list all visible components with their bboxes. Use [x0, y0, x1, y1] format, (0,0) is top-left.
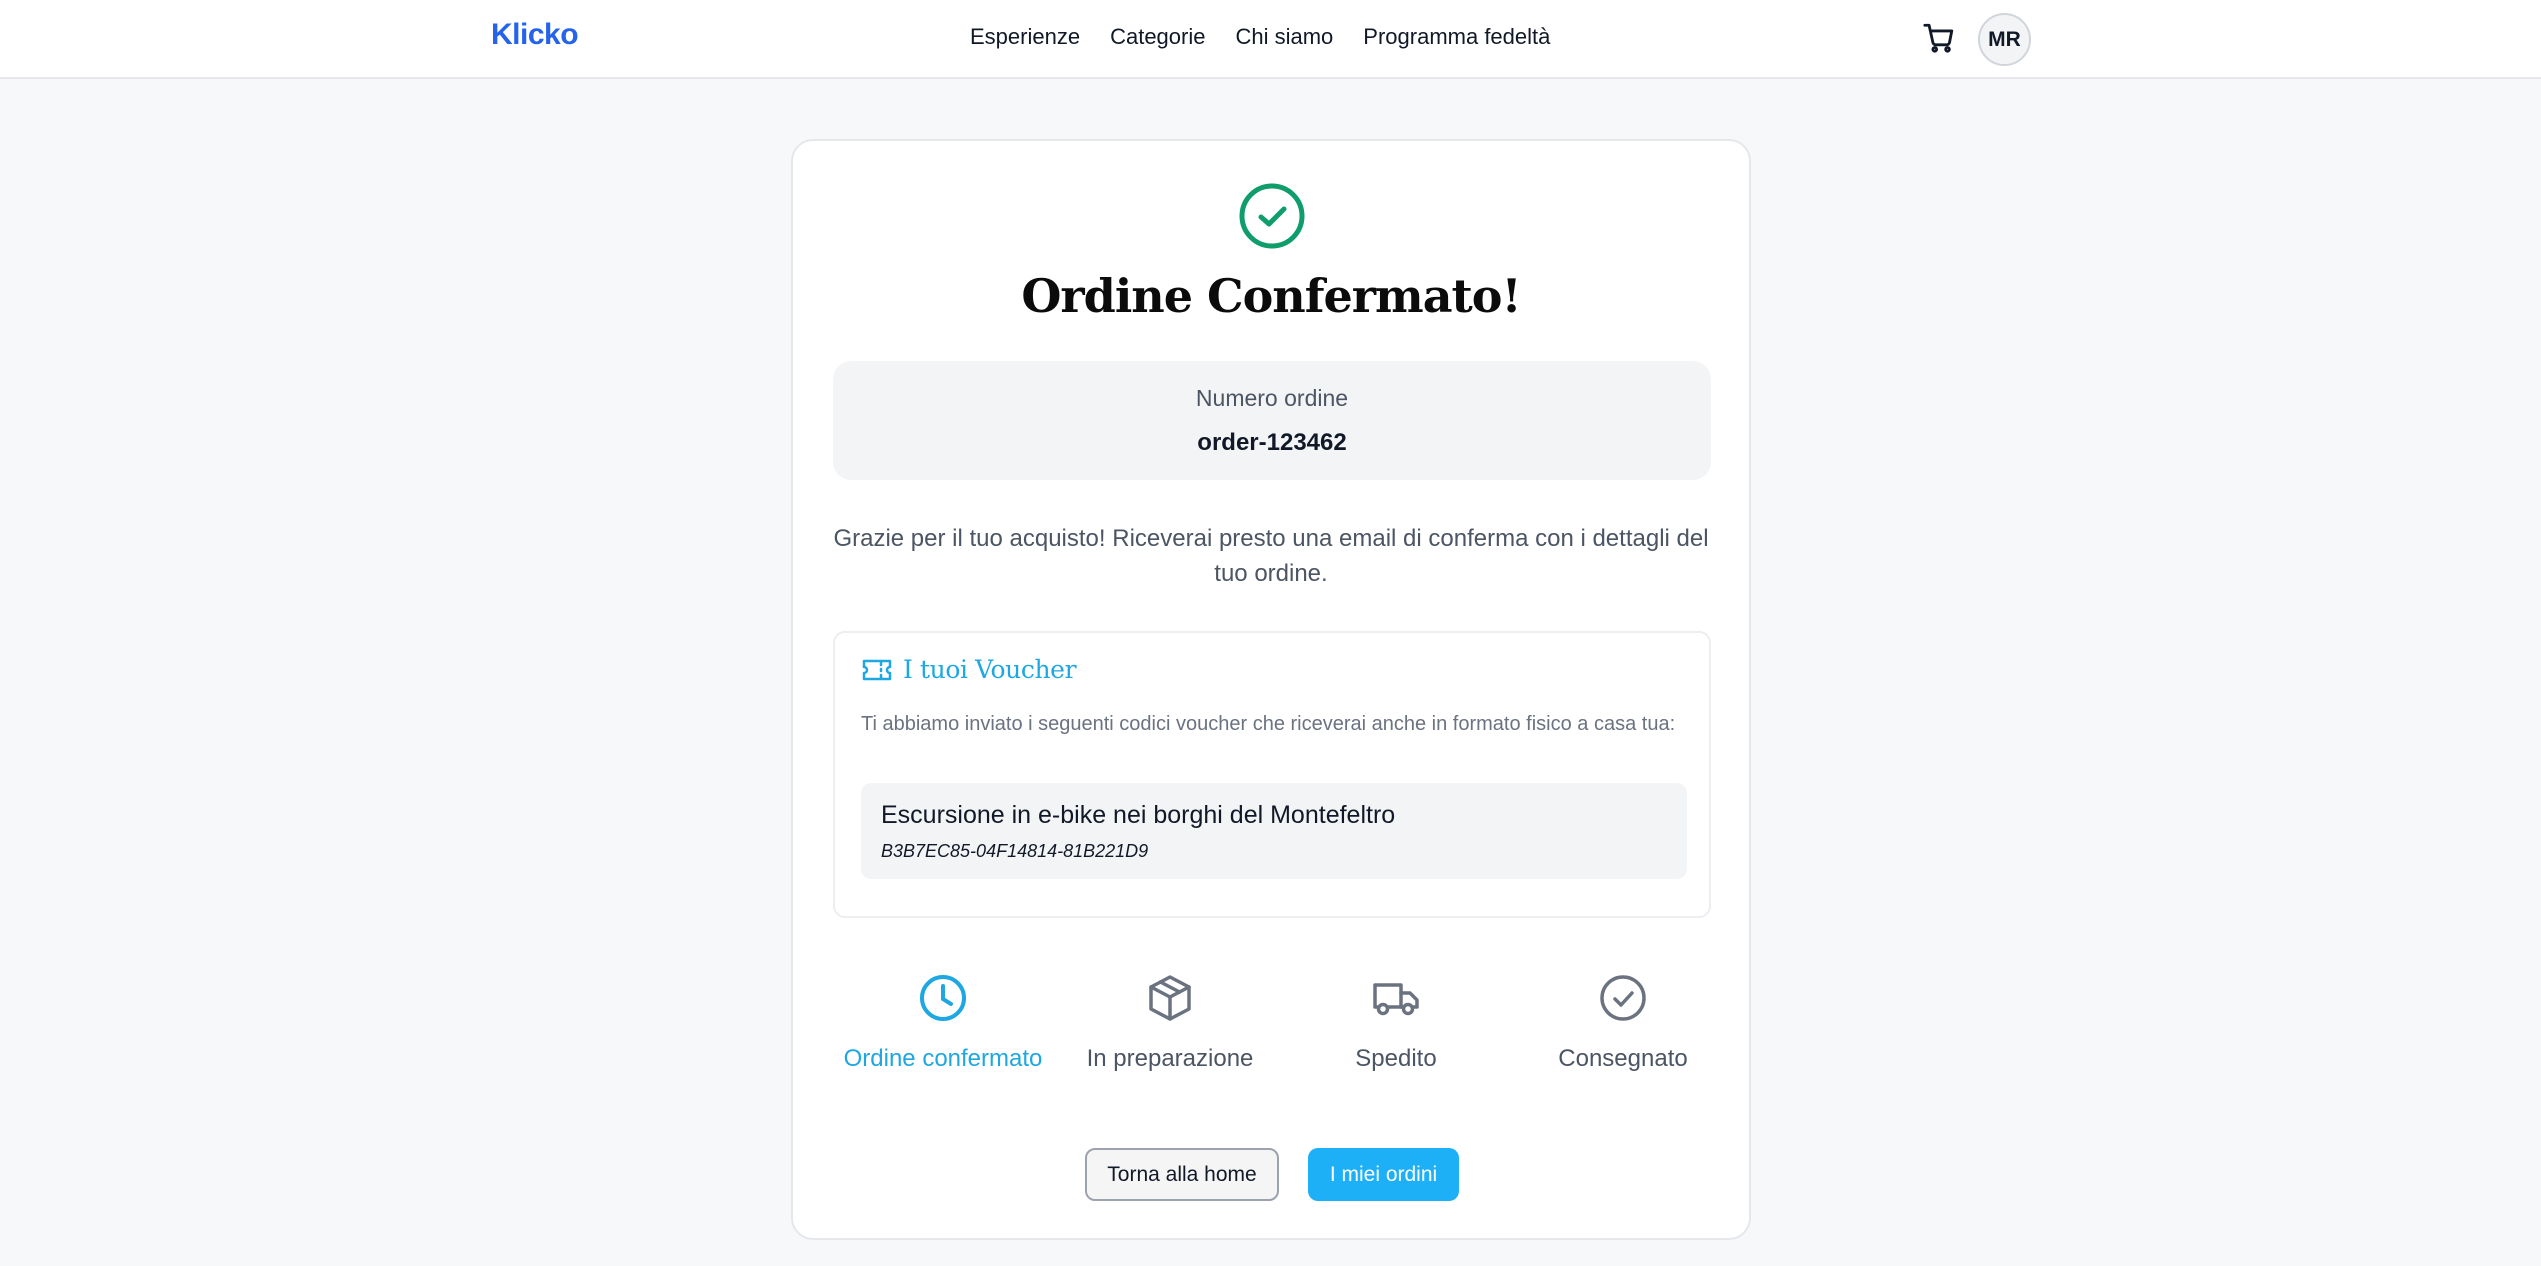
order-number-value: order-123462	[1197, 429, 1347, 456]
voucher-code: B3B7EC85-04F14814-81B221D9	[881, 841, 1149, 861]
step-label: In preparazione	[1086, 1045, 1254, 1072]
step-in-preparazione: In preparazione	[1060, 973, 1280, 1076]
step-label: Consegnato	[1558, 1045, 1688, 1072]
voucher-section: I tuoi Voucher Ti abbiamo inviato i segu…	[833, 631, 1711, 918]
nav-item-chi-siamo[interactable]: Chi siamo	[1235, 24, 1333, 50]
step-spedito: Spedito	[1286, 973, 1506, 1076]
ticket-icon	[862, 659, 892, 680]
order-number-label: Numero ordine	[1195, 385, 1349, 411]
page-title: Ordine Confermato!	[1021, 269, 1521, 323]
order-number-box: Numero ordine order-123462	[833, 361, 1711, 480]
truck-icon	[1373, 983, 1419, 1016]
user-avatar[interactable]: MR	[1978, 13, 2031, 66]
voucher-item: Escursione in e-bike nei borghi del Mont…	[861, 783, 1687, 879]
order-confirmation-card: Ordine Confermato! Numero ordine order-1…	[791, 139, 1751, 1240]
voucher-header: I tuoi Voucher	[861, 655, 1077, 684]
check-circle-icon	[1239, 183, 1305, 249]
back-home-button[interactable]: Torna alla home	[1085, 1148, 1279, 1201]
step-ordine-confermato: Ordine confermato	[833, 973, 1053, 1076]
nav-item-esperienze[interactable]: Esperienze	[970, 24, 1080, 50]
step-consegnato: Consegnato	[1513, 973, 1733, 1076]
voucher-name: Escursione in e-bike nei borghi del Mont…	[881, 801, 1396, 829]
voucher-description: Ti abbiamo inviato i seguenti codici vou…	[861, 713, 1676, 735]
thanks-message: Grazie per il tuo acquisto! Riceverai pr…	[833, 525, 1709, 587]
nav-item-programma-fedelta[interactable]: Programma fedeltà	[1363, 24, 1550, 50]
check-circle-icon	[1600, 975, 1646, 1021]
top-navbar: Klicko Esperienze Categorie Chi siamo Pr…	[0, 0, 2541, 79]
nav-item-categorie[interactable]: Categorie	[1110, 24, 1205, 50]
order-status-steps: Ordine confermato In preparazione Spedit…	[833, 973, 1711, 1123]
voucher-title: I tuoi Voucher	[903, 655, 1077, 684]
package-icon	[1149, 975, 1191, 1021]
shopping-cart-icon[interactable]	[1922, 21, 1956, 55]
logo[interactable]: Klicko	[491, 18, 579, 52]
step-label: Spedito	[1355, 1045, 1437, 1072]
main-nav: Esperienze Categorie Chi siamo Programma…	[970, 24, 1550, 50]
step-label: Ordine confermato	[843, 1045, 1043, 1072]
clock-icon	[920, 975, 966, 1021]
my-orders-button[interactable]: I miei ordini	[1308, 1148, 1459, 1201]
